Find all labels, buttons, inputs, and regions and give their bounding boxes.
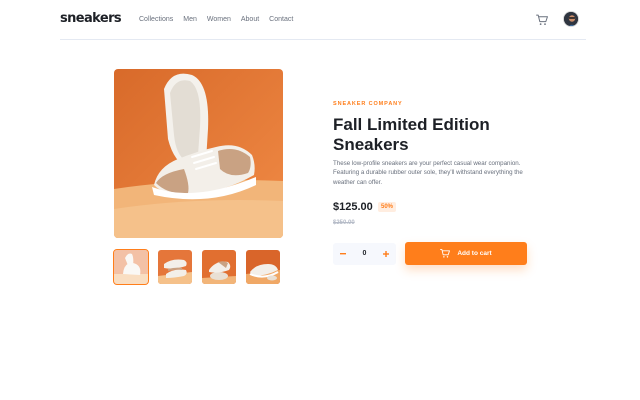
product-title: Fall Limited Edition Sneakers bbox=[333, 115, 490, 154]
avatar[interactable] bbox=[563, 11, 579, 27]
cart-icon[interactable] bbox=[536, 13, 548, 25]
thumbnail-3[interactable] bbox=[202, 250, 236, 284]
original-price: $250.00 bbox=[333, 220, 355, 226]
thumbnail-4[interactable] bbox=[246, 250, 280, 284]
product-main-image[interactable] bbox=[114, 69, 283, 238]
product-description: These low-profile sneakers are your perf… bbox=[333, 160, 523, 186]
cart-icon bbox=[440, 245, 451, 263]
nav-contact[interactable]: Contact bbox=[269, 15, 293, 25]
nav-men[interactable]: Men bbox=[183, 15, 197, 25]
current-price: $125.00 bbox=[333, 201, 373, 213]
thumbnail-row bbox=[113, 249, 280, 285]
increment-button[interactable] bbox=[376, 243, 396, 265]
add-to-cart-button[interactable]: Add to cart bbox=[405, 242, 527, 265]
decrement-button[interactable] bbox=[333, 243, 353, 265]
logo[interactable]: sneakers bbox=[60, 11, 122, 26]
site-header: sneakers Collections Men Women About Con… bbox=[60, 0, 586, 40]
nav-about[interactable]: About bbox=[241, 15, 259, 25]
thumbnail-2[interactable] bbox=[158, 250, 192, 284]
thumbnail-1[interactable] bbox=[113, 249, 149, 285]
main-nav: Collections Men Women About Contact bbox=[139, 15, 293, 25]
discount-badge: 50% bbox=[378, 202, 397, 212]
nav-women[interactable]: Women bbox=[207, 15, 231, 25]
company-label: SNEAKER COMPANY bbox=[333, 101, 403, 107]
nav-collections[interactable]: Collections bbox=[139, 15, 173, 25]
quantity-stepper: 0 bbox=[333, 243, 396, 265]
quantity-value: 0 bbox=[362, 250, 367, 257]
add-to-cart-label: Add to cart bbox=[457, 250, 492, 257]
